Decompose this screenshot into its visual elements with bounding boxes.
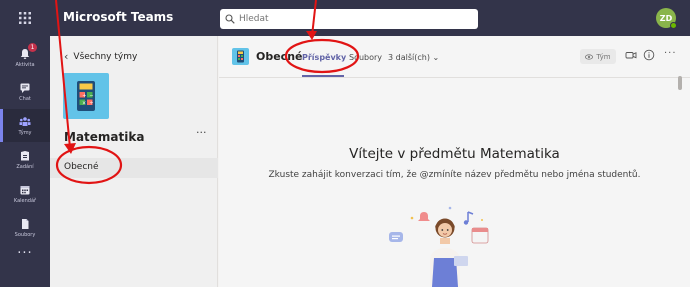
chevron-left-icon: ‹	[64, 50, 69, 63]
channel-title: Obecné	[256, 50, 303, 63]
team-panel: ‹ Všechny týmy + − × ÷ Matematika ··· Ob…	[50, 36, 218, 287]
channel-main: Obecné Příspěvky Soubory 3 další(ch) ⌄ T…	[219, 36, 690, 287]
team-logo: + − × ÷	[63, 73, 109, 119]
tab-posts[interactable]: Příspěvky	[302, 53, 346, 62]
more-apps-button[interactable]: ...	[0, 242, 50, 257]
svg-text:+: +	[82, 93, 86, 99]
welcome-illustration	[389, 206, 489, 287]
team-name: Matematika	[64, 130, 145, 144]
eye-icon	[585, 53, 594, 60]
calendar-icon	[20, 185, 30, 194]
notification-badge: 1	[28, 43, 37, 52]
rail-item-assignments[interactable]: Zadání	[0, 143, 50, 176]
search-icon	[225, 14, 235, 24]
meet-now-icon[interactable]	[625, 49, 637, 61]
presence-status-icon	[670, 22, 677, 29]
scrollbar-thumb[interactable]	[678, 76, 682, 90]
teams-app: Microsoft Teams ZD Aktivita 1	[0, 0, 690, 287]
tab-files[interactable]: Soubory	[349, 53, 382, 62]
rail-label: Chat	[19, 95, 31, 102]
welcome-subtitle: Zkuste zahájit konverzaci tím, že @zmíní…	[268, 170, 641, 180]
rail-item-files[interactable]: Soubory	[0, 211, 50, 244]
svg-text:×: ×	[82, 101, 86, 107]
team-more-options-button[interactable]: ···	[196, 126, 207, 139]
channel-label: Obecné	[64, 162, 99, 172]
channel-team-icon	[232, 48, 249, 65]
svg-text:−: −	[89, 93, 93, 99]
app-launcher-icon[interactable]	[0, 0, 50, 36]
rail-label: Soubory	[14, 231, 36, 238]
rail-label: Kalendář	[13, 197, 37, 204]
rail-item-chat[interactable]: Chat	[0, 75, 50, 108]
channel-item-obecne[interactable]: Obecné	[50, 158, 218, 178]
team-button-label: Tým	[596, 52, 611, 61]
chat-icon	[20, 83, 30, 93]
app-title: Microsoft Teams	[63, 10, 174, 24]
rail-item-activity[interactable]: Aktivita 1	[0, 41, 50, 74]
team-button[interactable]: Tým	[580, 49, 616, 64]
rail-label: Zadání	[16, 163, 34, 170]
rail-label: Aktivita	[15, 61, 35, 68]
teams-icon	[19, 116, 31, 126]
app-rail: Aktivita 1 Chat Týmy Zadání Kalendář Sou…	[0, 36, 50, 287]
welcome-title: Vítejte v předmětu Matematika	[349, 146, 560, 162]
top-bar: Microsoft Teams ZD	[0, 0, 690, 36]
rail-item-calendar[interactable]: Kalendář	[0, 177, 50, 210]
search-box[interactable]	[220, 9, 478, 29]
active-tab-indicator	[302, 75, 344, 77]
assignments-icon	[21, 150, 29, 160]
rail-item-teams[interactable]: Týmy	[0, 109, 50, 142]
search-input[interactable]	[239, 14, 459, 24]
svg-text:÷: ÷	[89, 101, 93, 107]
tab-more[interactable]: 3 další(ch) ⌄	[388, 53, 439, 62]
all-teams-link[interactable]: ‹ Všechny týmy	[64, 50, 137, 63]
channel-more-options-button[interactable]: ···	[664, 48, 677, 59]
file-icon	[22, 218, 29, 229]
all-teams-label: Všechny týmy	[73, 51, 138, 62]
info-icon[interactable]	[643, 49, 655, 61]
channel-header: Obecné Příspěvky Soubory 3 další(ch) ⌄ T…	[219, 36, 690, 78]
rail-label: Týmy	[18, 129, 32, 136]
